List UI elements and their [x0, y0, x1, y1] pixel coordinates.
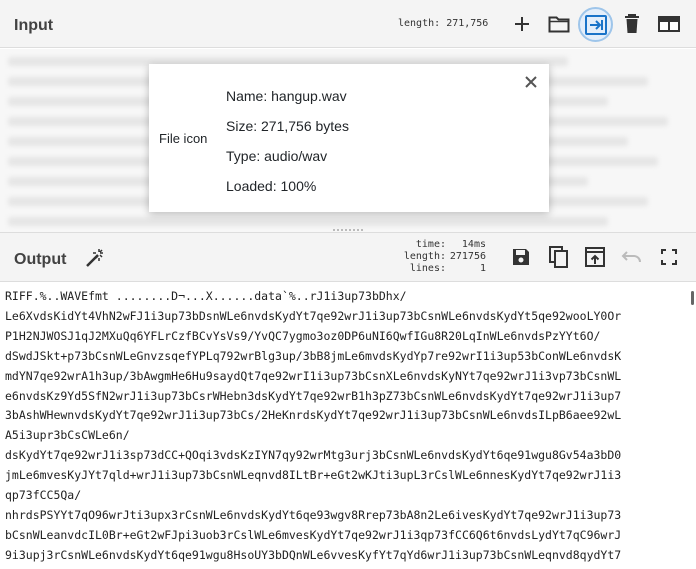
input-length-value: 271,756: [446, 18, 489, 29]
file-type: Type: audio/wav: [226, 148, 328, 164]
plus-icon: [515, 17, 529, 31]
open-file-button[interactable]: [578, 7, 613, 42]
input-length-label: length:: [398, 18, 441, 29]
lines-value: 1: [479, 263, 486, 274]
input-file-icon: [584, 14, 607, 35]
length-value: 271756: [449, 251, 486, 262]
save-icon: [513, 249, 529, 265]
layout-icon: [658, 16, 680, 32]
maximise-output-button[interactable]: [654, 242, 684, 272]
copy-icon: [549, 246, 568, 268]
copy-output-button[interactable]: [544, 242, 574, 272]
output-to-input-icon: [585, 247, 605, 267]
file-size: Size: 271,756 bytes: [226, 118, 349, 134]
output-text-area[interactable]: RIFF.%..WAVEfmt ........D¬...X......data…: [0, 283, 696, 569]
input-header: Input length: 271,756: [0, 0, 696, 48]
magic-button[interactable]: [80, 243, 110, 273]
file-details-card: File icon Name: hangup.wav Size: 271,756…: [149, 64, 549, 212]
save-output-button[interactable]: [506, 242, 536, 272]
input-title: Input: [14, 17, 54, 34]
reset-layout-button[interactable]: [654, 9, 684, 39]
file-loaded: Loaded: 100%: [226, 178, 317, 194]
output-scrollbar[interactable]: [691, 291, 694, 305]
magic-wand-icon: [86, 249, 103, 267]
length-label: length:: [403, 251, 446, 262]
close-file-button[interactable]: [523, 74, 539, 90]
output-stats: time: 14ms length: 271756 lines: 1: [398, 239, 486, 275]
fullscreen-icon: [661, 249, 677, 265]
clear-input-button[interactable]: [617, 9, 647, 39]
open-folder-button[interactable]: [544, 9, 574, 39]
add-input-button[interactable]: [507, 9, 537, 39]
time-value: 14ms: [461, 239, 486, 250]
undo-icon: [621, 251, 641, 263]
output-header: Output time: 14ms length: 271756 lines: 1: [0, 232, 696, 282]
file-name: Name: hangup.wav: [226, 88, 347, 104]
trash-icon: [625, 14, 639, 33]
input-text-line: [8, 217, 608, 226]
output-title: Output: [14, 251, 67, 268]
time-label: time:: [415, 239, 446, 250]
undo-button[interactable]: [617, 242, 647, 272]
file-icon: File icon: [159, 131, 208, 146]
input-length-readout: length: 271,756: [398, 18, 488, 29]
close-icon: [525, 76, 537, 88]
replace-input-button[interactable]: [580, 242, 610, 272]
folder-icon: [548, 16, 570, 33]
output-text: RIFF.%..WAVEfmt ........D¬...X......data…: [5, 289, 622, 562]
lines-label: lines:: [409, 263, 446, 274]
